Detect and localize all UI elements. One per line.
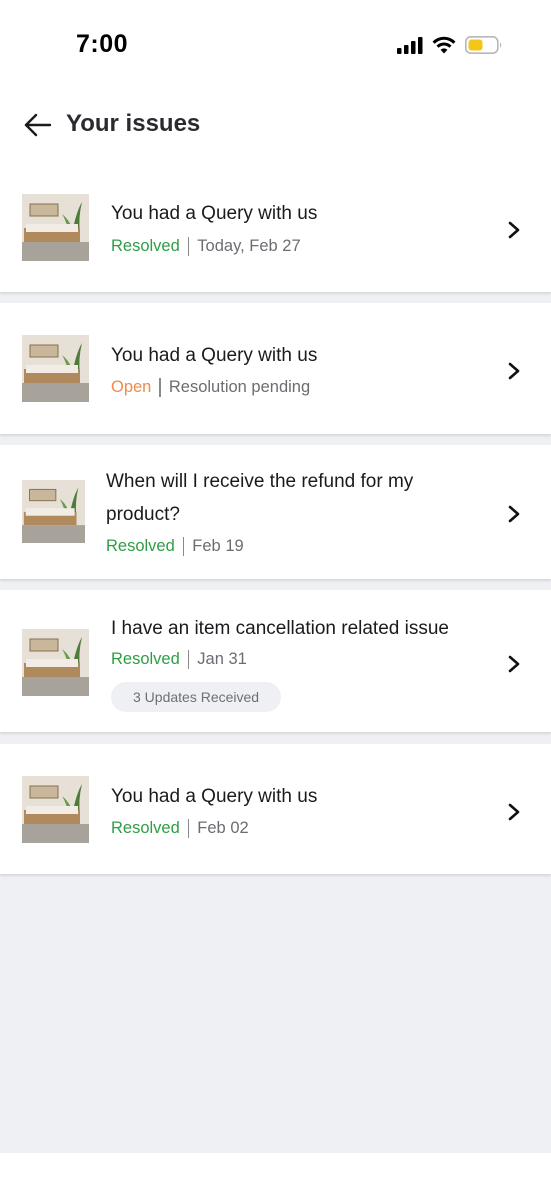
issue-title: You had a Query with us	[111, 786, 318, 807]
product-thumbnail	[22, 629, 89, 696]
product-thumbnail	[22, 335, 89, 402]
product-thumbnail	[22, 480, 85, 543]
issue-date: Feb 19	[192, 537, 244, 555]
issue-meta: Open Resolution pending	[111, 378, 310, 397]
divider	[182, 537, 185, 556]
wifi-icon	[432, 36, 456, 54]
header: Your issues	[0, 92, 551, 162]
divider	[159, 378, 161, 397]
issue-card[interactable]: When will I receive the refund for my pr…	[0, 445, 551, 579]
status-bar: 7:00	[0, 0, 551, 90]
chevron-right-icon	[508, 505, 520, 523]
issue-title: I have an item cancellation related issu…	[111, 618, 449, 639]
issue-meta: Resolved Jan 31	[111, 650, 247, 669]
status-label: Resolved	[111, 819, 180, 837]
page-title: Your issues	[66, 110, 201, 137]
chevron-right-icon	[508, 221, 520, 239]
issue-meta: Resolved Feb 19	[106, 537, 244, 556]
issue-card[interactable]: I have an item cancellation related issu…	[0, 590, 551, 732]
screen: 7:00 Your issues You had a Query with us…	[0, 0, 551, 1200]
arrow-left-icon[interactable]	[22, 109, 54, 141]
status-label: Open	[111, 378, 152, 396]
issue-card[interactable]: You had a Query with us Resolved Feb 02	[0, 744, 551, 874]
issue-title: You had a Query with us	[111, 203, 318, 224]
issue-title: You had a Query with us	[111, 345, 318, 366]
issues-list: You had a Query with us Resolved Today, …	[0, 160, 551, 1160]
product-thumbnail	[22, 776, 89, 843]
divider	[187, 650, 190, 669]
issue-title: When will I receive the refund for my pr…	[106, 471, 414, 525]
chevron-right-icon	[508, 803, 520, 821]
chevron-right-icon	[508, 655, 520, 673]
divider	[187, 237, 190, 256]
bottom-safe-area	[0, 1153, 551, 1200]
status-label: Resolved	[106, 537, 175, 555]
issue-date: Today, Feb 27	[197, 237, 301, 255]
divider	[187, 819, 190, 838]
status-time: 7:00	[76, 30, 129, 58]
issue-card[interactable]: You had a Query with us Open Resolution …	[0, 303, 551, 434]
product-thumbnail	[22, 194, 89, 261]
issue-date: Feb 02	[197, 819, 249, 837]
status-label: Resolved	[111, 237, 180, 255]
issue-date: Resolution pending	[168, 378, 311, 396]
issue-meta: Resolved Today, Feb 27	[111, 237, 301, 256]
updates-badge: 3 Updates Received	[111, 682, 282, 712]
chevron-right-icon	[508, 362, 520, 380]
issue-meta: Resolved Feb 02	[111, 819, 249, 838]
issue-card[interactable]: You had a Query with us Resolved Today, …	[0, 160, 551, 292]
status-label: Resolved	[111, 650, 180, 668]
signal-icon	[397, 37, 423, 54]
status-icons	[397, 34, 503, 56]
issue-date: Jan 31	[197, 650, 247, 668]
battery-icon	[465, 36, 502, 54]
